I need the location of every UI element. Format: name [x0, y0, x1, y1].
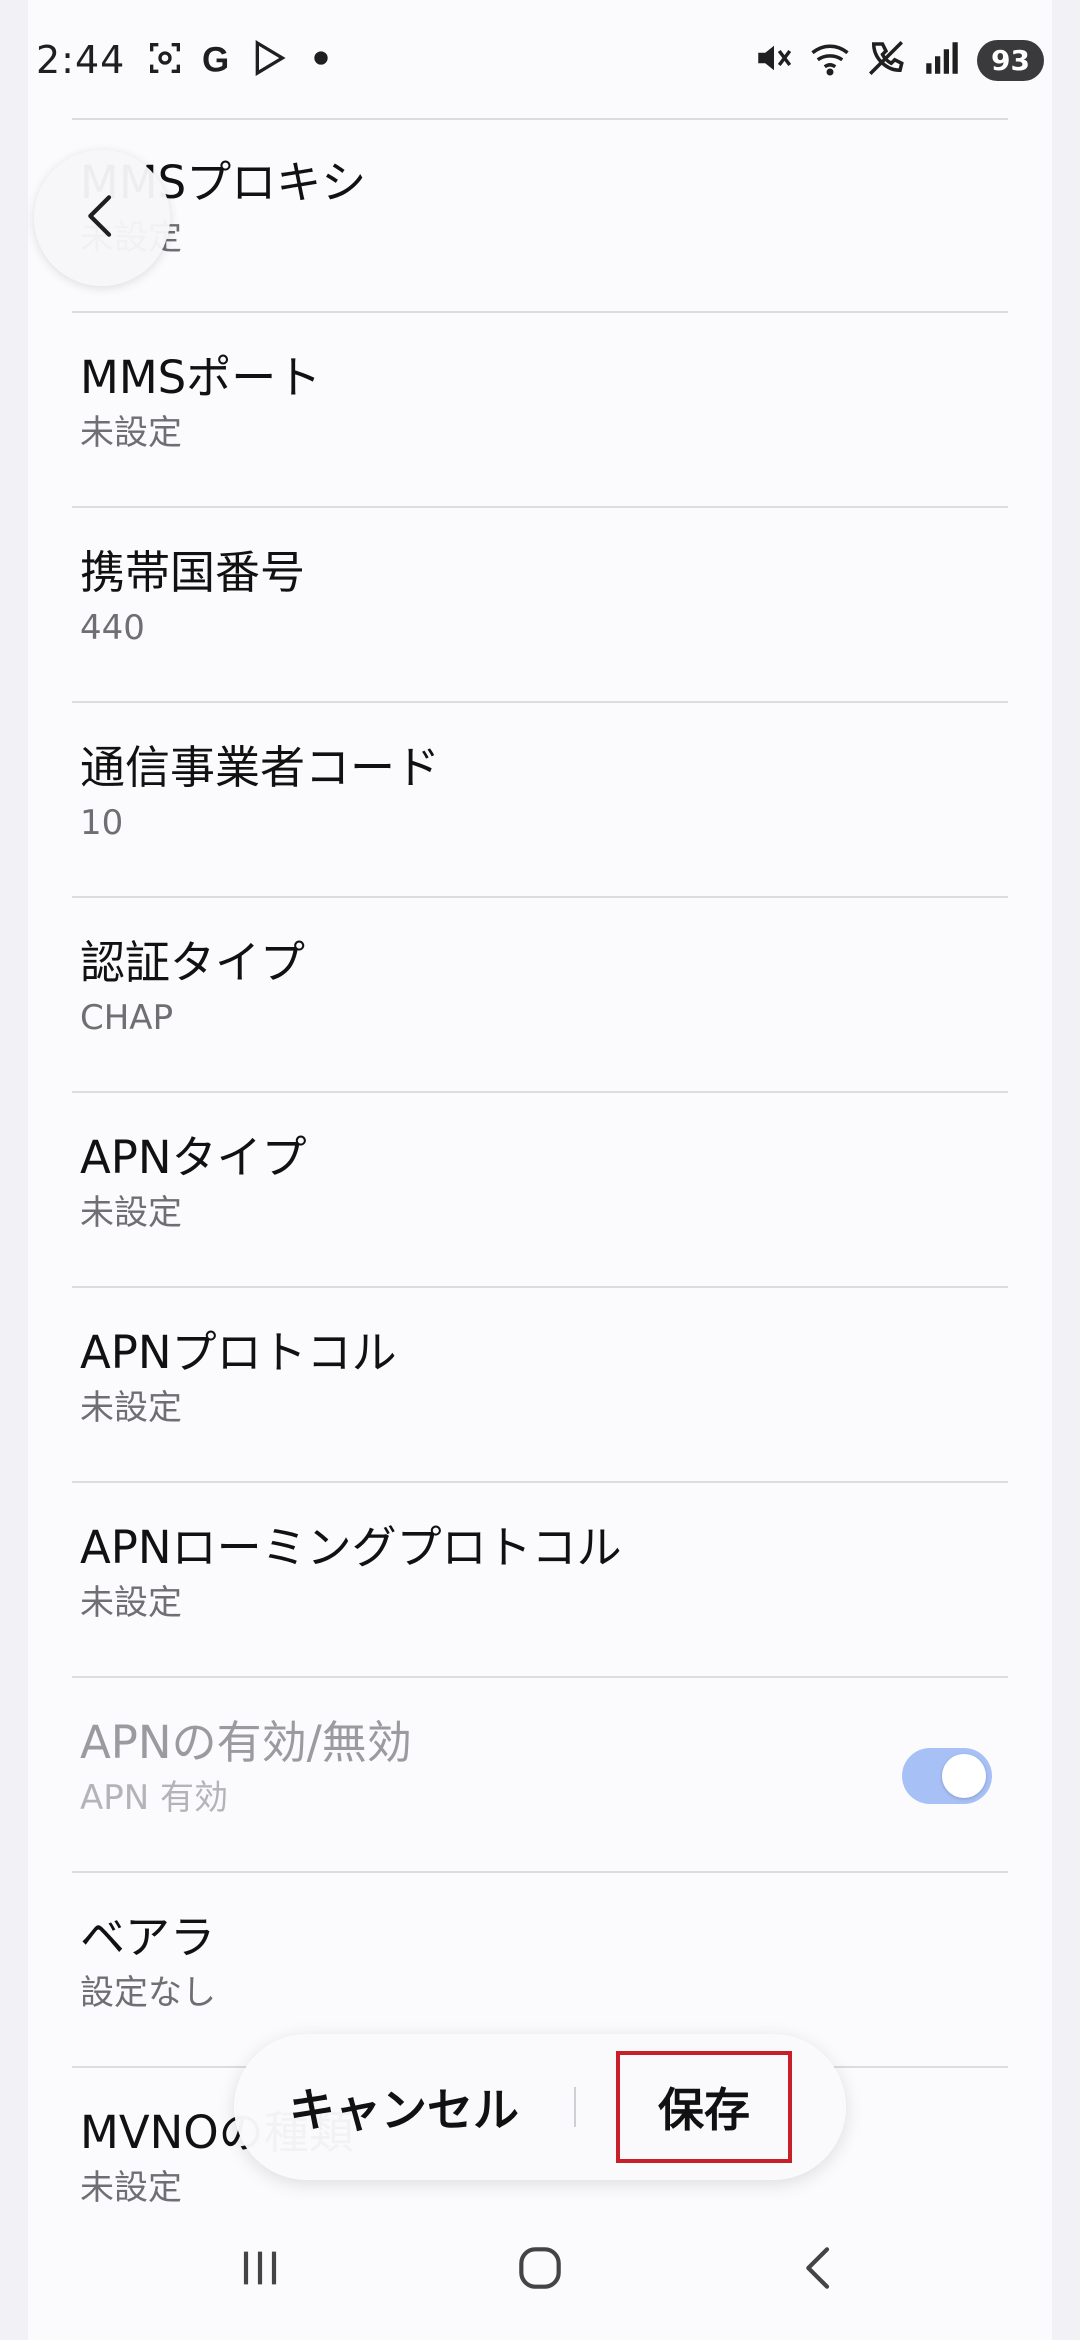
- setting-title: MMSポート: [80, 351, 322, 404]
- back-button[interactable]: [34, 150, 170, 286]
- battery-level: 93: [977, 39, 1044, 81]
- system-icons: 93: [753, 37, 1044, 83]
- setting-value: APN 有効: [80, 1778, 229, 1818]
- nav-back-button[interactable]: [760, 2220, 880, 2320]
- google-icon: G: [197, 38, 237, 82]
- setting-mcc[interactable]: 携帯国番号 440: [72, 508, 1008, 703]
- signal-icon: [921, 37, 963, 83]
- chevron-left-icon: [74, 188, 130, 248]
- back-icon: [792, 2240, 848, 2300]
- setting-mnc[interactable]: 通信事業者コード 10: [72, 703, 1008, 898]
- setting-title: 認証タイプ: [80, 936, 306, 989]
- setting-title: 通信事業者コード: [80, 741, 441, 794]
- toggle-knob: [942, 1754, 986, 1798]
- status-bar: 2:44 G 93: [0, 0, 1080, 120]
- setting-title: APNローミングプロトコル: [80, 1521, 622, 1574]
- setting-value: 未設定: [80, 1388, 182, 1428]
- apn-enable-toggle[interactable]: [902, 1748, 992, 1804]
- setting-value: 未設定: [80, 413, 182, 453]
- setting-apn-enable: APNの有効/無効 APN 有効: [72, 1678, 1008, 1873]
- setting-apn-type[interactable]: APNタイプ 未設定: [72, 1093, 1008, 1288]
- recent-apps-icon: [232, 2240, 288, 2300]
- action-divider: [574, 2087, 576, 2127]
- setting-title: APNの有効/無効: [80, 1716, 412, 1769]
- setting-mms-port[interactable]: MMSポート 未設定: [72, 313, 1008, 508]
- screen: 2:44 G 93 MMSプロキシ MMSポート 未設定 携帯国番号 440 通…: [0, 0, 1080, 2340]
- mute-icon: [753, 37, 795, 83]
- home-icon: [512, 2240, 568, 2300]
- action-bar: キャンセル 保存: [234, 2034, 846, 2180]
- recent-apps-button[interactable]: [200, 2220, 320, 2320]
- setting-value: 未設定: [80, 1193, 182, 1233]
- apn-settings-list: MMSプロキシ 未設定 MMSポート 未設定 携帯国番号 440 通信事業者コー…: [72, 118, 1008, 2263]
- wifi-6-icon: [809, 37, 851, 83]
- setting-value: 設定なし: [80, 1973, 216, 2013]
- setting-value: 未設定: [80, 1583, 182, 1623]
- setting-value: 未設定: [80, 216, 1000, 260]
- play-store-icon: [249, 38, 289, 82]
- screenshot-icon: [145, 38, 185, 82]
- setting-title: ベアラ: [80, 1911, 216, 1964]
- save-button[interactable]: 保存: [616, 2051, 792, 2163]
- setting-title: APNプロトコル: [80, 1326, 397, 1379]
- setting-value: CHAP: [80, 998, 174, 1038]
- setting-apn-protocol[interactable]: APNプロトコル 未設定: [72, 1288, 1008, 1483]
- setting-value: 10: [80, 803, 124, 843]
- status-time: 2:44: [36, 38, 126, 82]
- setting-apn-roaming-protocol[interactable]: APNローミングプロトコル 未設定: [72, 1483, 1008, 1678]
- setting-auth-type[interactable]: 認証タイプ CHAP: [72, 898, 1008, 1093]
- setting-title: APNタイプ: [80, 1131, 307, 1184]
- call-blocked-icon: [865, 37, 907, 83]
- cancel-button[interactable]: キャンセル: [234, 2074, 574, 2140]
- navigation-bar: [0, 2200, 1080, 2340]
- setting-mms-proxy[interactable]: MMSプロキシ 未設定: [72, 118, 1008, 313]
- setting-value: 440: [80, 608, 145, 648]
- setting-title: MMSプロキシ: [80, 156, 367, 209]
- notification-icons: G: [145, 38, 341, 82]
- setting-title: 携帯国番号: [80, 546, 306, 599]
- dot-icon: [301, 38, 341, 82]
- home-button[interactable]: [480, 2220, 600, 2320]
- svg-text:G: G: [202, 40, 229, 78]
